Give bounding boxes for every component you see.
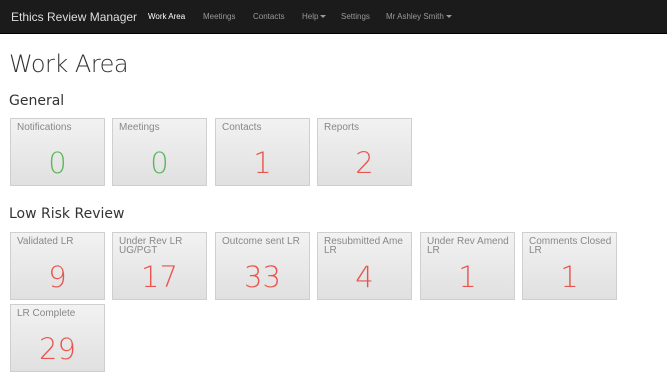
nav-user-dropdown[interactable]: Mr Ashley Smith: [386, 12, 452, 21]
section-title-general: General: [9, 93, 65, 109]
tile-lr-complete[interactable]: LR Complete 29: [10, 304, 105, 372]
tile-under-rev-amend-lr[interactable]: Under Rev Amend LR 1: [420, 232, 515, 300]
tile-count: 1: [458, 260, 477, 294]
tile-count: 0: [48, 146, 67, 180]
app-brand[interactable]: Ethics Review Manager: [11, 10, 137, 24]
tile-label: Comments Closed LR: [529, 236, 612, 256]
nav-settings[interactable]: Settings: [341, 12, 370, 21]
tile-outcome-sent-lr[interactable]: Outcome sent LR 33: [215, 232, 310, 300]
top-navbar: Ethics Review Manager Work Area Meetings…: [0, 0, 667, 34]
tile-count: 4: [355, 260, 374, 294]
nav-contacts[interactable]: Contacts: [253, 12, 285, 21]
caret-down-icon: [445, 15, 452, 19]
tile-validated-lr[interactable]: Validated LR 9: [10, 232, 105, 300]
page-title: Work Area: [9, 50, 129, 78]
tile-label: Reports: [324, 122, 360, 133]
nav-label: Help: [302, 12, 319, 21]
tile-label: LR Complete: [17, 308, 76, 319]
nav-label: Work Area: [148, 12, 186, 21]
tile-label: Under Rev LR UG/PGT: [119, 236, 183, 256]
tile-label: Under Rev Amend LR: [427, 236, 509, 256]
tile-resubmitted-ame-lr[interactable]: Resubmitted Ame LR 4: [317, 232, 412, 300]
tile-count: 0: [150, 146, 169, 180]
nav-label: Mr Ashley Smith: [386, 12, 444, 21]
tile-count: 2: [355, 146, 374, 180]
tile-count: 9: [48, 260, 67, 294]
tile-label: Outcome sent LR: [222, 236, 300, 247]
nav-label: Meetings: [203, 12, 236, 21]
tile-label: Notifications: [17, 122, 72, 133]
nav-meetings[interactable]: Meetings: [203, 12, 235, 21]
tile-meetings[interactable]: Meetings 0: [112, 118, 207, 186]
tile-under-rev-lr-ug-pgt[interactable]: Under Rev LR UG/PGT 17: [112, 232, 207, 300]
tile-label: Validated LR: [17, 236, 74, 247]
nav-label: Contacts: [253, 12, 285, 21]
section-title-low-risk-review: Low Risk Review: [9, 206, 125, 222]
nav-label: Settings: [341, 12, 370, 21]
tile-label: Meetings: [119, 122, 160, 133]
tile-notifications[interactable]: Notifications 0: [10, 118, 105, 186]
tile-label: Resubmitted Ame LR: [324, 236, 403, 256]
tile-count: 29: [39, 332, 76, 366]
nav-help-dropdown[interactable]: Help: [302, 12, 327, 21]
tile-label: Contacts: [222, 122, 262, 133]
tile-reports[interactable]: Reports 2: [317, 118, 412, 186]
tile-contacts[interactable]: Contacts 1: [215, 118, 310, 186]
caret-down-icon: [320, 15, 327, 19]
tile-count: 33: [244, 260, 281, 294]
tile-count: 1: [253, 146, 272, 180]
nav-work-area[interactable]: Work Area: [148, 12, 185, 21]
tile-count: 17: [141, 260, 178, 294]
tile-comments-closed-lr[interactable]: Comments Closed LR 1: [522, 232, 617, 300]
tile-count: 1: [560, 260, 579, 294]
